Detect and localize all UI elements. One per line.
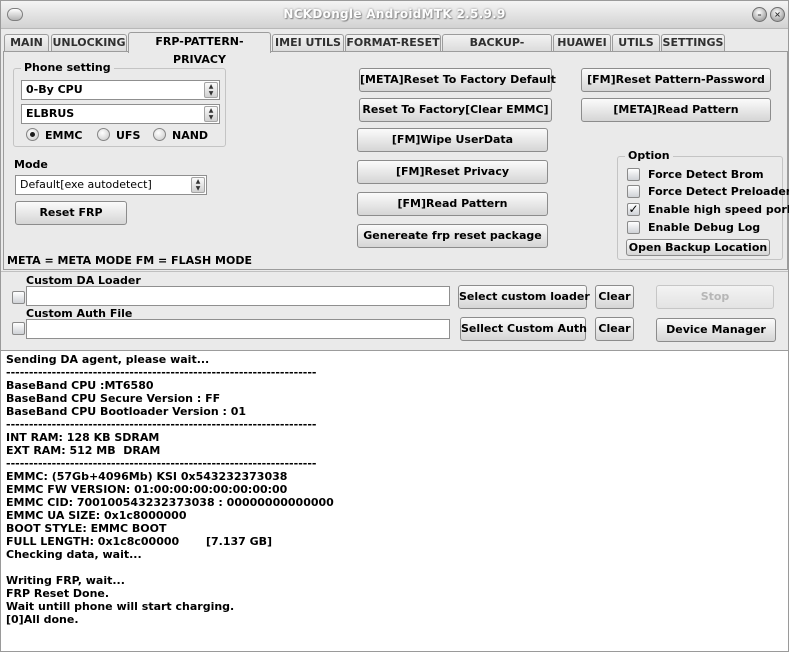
log-line: BaseBand CPU Secure Version : FF [6,392,221,405]
select-custom-auth-button[interactable]: Sellect Custom Auth [460,317,587,341]
fm-read-pattern-button[interactable]: [FM]Read Pattern [357,192,548,216]
log-line: Writing FRP, wait... [6,574,125,587]
app-window: NCKDongle AndroidMTK 2.5.9.9 – × MAIN UN… [0,0,789,652]
high-speed-port-label: Enable high speed porl [648,203,789,216]
custom-auth-file-field[interactable] [26,319,450,339]
clear-loader-button[interactable]: Clear [595,285,634,309]
custom-da-loader-field[interactable] [26,286,450,306]
log-line: EMMC UA SIZE: 0x1c8000000 [6,509,187,522]
spin-arrows-icon[interactable]: ▲ ▼ [204,106,218,122]
stop-button[interactable]: Stop [656,285,774,309]
log-line: EXT RAM: 512 MB DRAM [6,444,161,457]
phone-setting-group: Phone setting 0-By CPU ▲ ▼ ELBRUS ▲ ▼ EMMC… [13,61,226,147]
tab-frp-pattern-privacy[interactable]: FRP-PATTERN-PRIVACY [128,32,271,66]
tab-utils[interactable]: UTILS [612,34,660,52]
tab-backup-restore[interactable]: BACKUP-RESTORE [442,34,552,65]
radio-emmc-label: EMMC [45,129,83,142]
log-line: BaseBand CPU :MT6580 [6,379,154,392]
open-backup-location-button[interactable]: Open Backup Location [626,239,770,256]
log-line: EMMC FW VERSION: 01:00:00:00:00:00:00:00 [6,483,288,496]
reset-factory-clear-emmc-button[interactable]: Reset To Factory[Clear EMMC] [359,98,552,122]
device-manager-button[interactable]: Device Manager [656,318,776,342]
fm-reset-privacy-button[interactable]: [FM]Reset Privacy [357,160,548,184]
fm-reset-pattern-password-button[interactable]: [FM]Reset Pattern-Password [581,68,771,92]
title-bar: NCKDongle AndroidMTK 2.5.9.9 – × [1,1,788,29]
mode-legend: META = META MODE FM = FLASH MODE [7,254,252,267]
spin-arrows-icon[interactable]: ▲ ▼ [191,177,205,193]
force-detect-preloader-label: Force Detect Preloader [648,185,789,198]
tab-huawei[interactable]: HUAWEI [553,34,611,52]
minimize-icon[interactable]: – [752,7,767,22]
spin-arrows-icon[interactable]: ▲ ▼ [204,82,218,98]
clear-auth-button[interactable]: Clear [595,317,634,341]
option-title: Option [625,149,673,162]
log-line: Checking data, wait... [6,548,142,561]
tab-settings[interactable]: SETTINGS [661,34,725,52]
force-detect-brom-checkbox[interactable] [627,168,640,181]
high-speed-port-checkbox[interactable]: ✓ [627,203,640,216]
log-line: BOOT STYLE: EMMC BOOT [6,522,167,535]
radio-ufs[interactable] [97,128,110,141]
radio-nand-label: NAND [172,129,209,142]
log-line: EMMC CID: 700100543232373038 : 000000000… [6,496,334,509]
debug-log-checkbox[interactable] [627,221,640,234]
tab-main[interactable]: MAIN [4,34,49,52]
mode-select[interactable]: Default[exe autodetect] ▲ ▼ [15,175,207,195]
tab-format-reset[interactable]: FORMAT-RESET [345,34,441,52]
option-group: Option Force Detect Brom Force Detect Pr… [617,149,789,260]
custom-da-loader-checkbox[interactable] [12,291,25,304]
log-line: FRP Reset Done. [6,587,110,600]
radio-ufs-label: UFS [116,129,141,142]
mode-select-value: Default[exe autodetect] [20,178,152,191]
meta-read-pattern-button[interactable]: [META]Read Pattern [581,98,771,122]
close-icon[interactable]: × [770,7,785,22]
meta-reset-factory-button[interactable]: [META]Reset To Factory Default [359,68,556,92]
debug-log-label: Enable Debug Log [648,221,761,234]
log-line: [0]All done. [6,613,79,626]
fm-wipe-userdata-button[interactable]: [FM]Wipe UserData [357,128,548,152]
custom-auth-file-checkbox[interactable] [12,322,25,335]
select-custom-loader-button[interactable]: Select custom loader [458,285,590,309]
log-line: BaseBand CPU Bootloader Version : 01 [6,405,247,418]
log-line: ----------------------------------------… [6,366,317,379]
log-line: Wait untill phone will start charging. [6,600,235,613]
log-line: Sending DA agent, please wait... [6,353,210,366]
log-line: ----------------------------------------… [6,457,317,470]
radio-emmc[interactable] [26,128,39,141]
log-output[interactable]: Sending DA agent, please wait... -------… [1,350,788,651]
log-line: FULL LENGTH: 0x1c8c00000 [7.137 GB] [6,535,273,548]
phone-setting-title: Phone setting [21,61,114,74]
tab-unlocking[interactable]: UNLOCKING [51,34,127,52]
force-detect-brom-label: Force Detect Brom [648,168,764,181]
radio-nand[interactable] [153,128,166,141]
reset-frp-button[interactable]: Reset FRP [15,201,127,225]
generate-frp-package-button[interactable]: Genereate frp reset package [357,224,548,248]
model-select[interactable]: ELBRUS ▲ ▼ [21,104,220,124]
frp-panel: Phone setting 0-By CPU ▲ ▼ ELBRUS ▲ ▼ EMMC… [3,51,789,270]
model-select-value: ELBRUS [26,107,75,120]
cpu-select[interactable]: 0-By CPU ▲ ▼ [21,80,220,100]
log-line: EMMC: (57Gb+4096Mb) KSI 0x543232373038 [6,470,288,483]
loader-section: Custom DA Loader Select custom loader Cl… [1,271,788,351]
tab-imei-utils[interactable]: IMEI UTILS [272,34,344,52]
cpu-select-value: 0-By CPU [26,83,83,96]
log-line: INT RAM: 128 KB SDRAM [6,431,160,444]
mode-label: Mode [14,158,48,171]
log-line: ----------------------------------------… [6,418,317,431]
window-title: NCKDongle AndroidMTK 2.5.9.9 [283,7,506,21]
force-detect-preloader-checkbox[interactable] [627,185,640,198]
